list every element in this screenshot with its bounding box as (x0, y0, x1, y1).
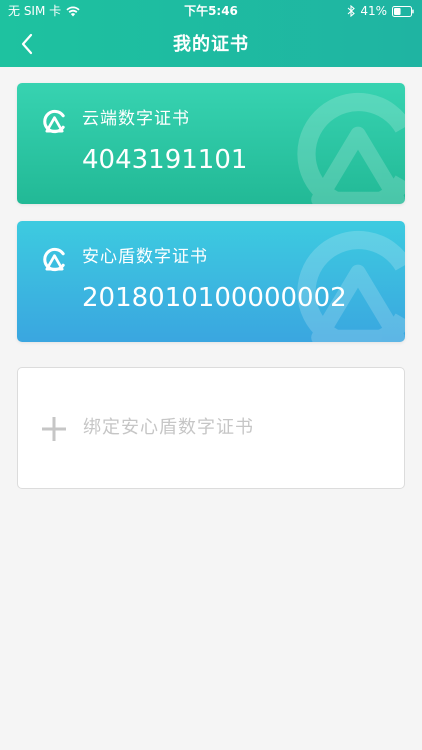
plus-icon (42, 417, 66, 441)
ca-logo-icon (43, 109, 65, 134)
ca-watermark-icon (297, 92, 405, 204)
bind-shield-certificate-button[interactable]: 绑定安心盾数字证书 (17, 367, 405, 489)
ca-logo-icon (43, 247, 65, 272)
nav-bar: 我的证书 (0, 22, 422, 67)
battery-icon (392, 5, 414, 17)
shield-certificate-card[interactable]: 安心盾数字证书 2018010100000002 (17, 221, 405, 342)
status-bar: 无 SIM 卡 下午5:46 41% (0, 0, 422, 22)
status-right: 41% (347, 0, 414, 22)
battery-percent: 41% (360, 4, 387, 18)
card-number: 2018010100000002 (82, 283, 347, 313)
header: 无 SIM 卡 下午5:46 41% 我的证书 (0, 0, 422, 67)
page-title: 我的证书 (173, 34, 249, 55)
bind-shield-label: 绑定安心盾数字证书 (83, 417, 254, 438)
bluetooth-icon (347, 5, 356, 17)
card-title: 安心盾数字证书 (82, 247, 208, 267)
cloud-certificate-card[interactable]: 云端数字证书 4043191101 (17, 83, 405, 204)
card-title: 云端数字证书 (82, 109, 190, 129)
card-number: 4043191101 (82, 145, 248, 175)
